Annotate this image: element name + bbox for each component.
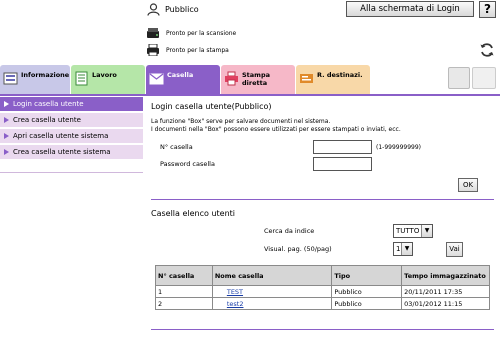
arrow-icon bbox=[4, 101, 9, 107]
box-type-cell: Pubblico bbox=[331, 285, 403, 298]
tab-label: Casella bbox=[167, 71, 194, 79]
user-name: Pubblico bbox=[165, 5, 199, 14]
go-button[interactable]: Vai bbox=[446, 242, 463, 257]
arrow-icon bbox=[4, 149, 9, 155]
settings-shortcut-icon[interactable] bbox=[448, 67, 470, 89]
sidebar-divider bbox=[0, 172, 143, 173]
table-header-row: N° casella Nome casella Tipo Tempo immag… bbox=[155, 265, 490, 286]
job-icon bbox=[75, 71, 88, 86]
tab-label: Informazione bbox=[21, 71, 70, 79]
tab-casella[interactable]: Casella bbox=[146, 65, 220, 94]
bottom-divider bbox=[151, 329, 494, 330]
select-value: TUTTO bbox=[396, 227, 420, 235]
page-title: Login casella utente(Pubblico) bbox=[151, 102, 272, 111]
scanner-icon bbox=[147, 28, 159, 38]
table-row: 2 test2 Pubblico 03/01/2012 11:15 bbox=[155, 297, 490, 310]
sidebar-item-label: Apri casella utente sistema bbox=[13, 132, 109, 140]
refresh-icon[interactable] bbox=[479, 42, 495, 58]
box-list-table: N° casella Nome casella Tipo Tempo immag… bbox=[155, 265, 490, 310]
column-header: Nome casella bbox=[211, 265, 333, 286]
box-time-cell: 20/11/2011 17:35 bbox=[401, 285, 490, 298]
table-row: 1 TEST Pubblico 20/11/2011 17:35 bbox=[155, 285, 490, 298]
box-number-range: (1-999999999) bbox=[376, 144, 422, 151]
chevron-down-icon: ▼ bbox=[421, 225, 432, 237]
description-line-2: I documenti nella "Box" possono essere u… bbox=[151, 126, 401, 133]
column-header: Tipo bbox=[331, 265, 403, 286]
help-button[interactable]: ? bbox=[479, 1, 496, 18]
box-time-cell: 03/01/2012 11:15 bbox=[401, 297, 490, 310]
tab-lavoro[interactable]: Lavoro bbox=[71, 65, 145, 94]
page-display-label: Visual. pag. (50/pag) bbox=[264, 245, 332, 253]
login-screen-button[interactable]: Alla schermata di Login bbox=[346, 1, 474, 17]
search-index-select[interactable]: TUTTO ▼ bbox=[393, 224, 433, 238]
sidebar-item-crea-casella-sistema[interactable]: Crea casella utente sistema bbox=[0, 145, 143, 160]
box-name-cell: test2 bbox=[211, 297, 333, 310]
panel-shortcut-icon[interactable] bbox=[472, 67, 496, 89]
sidebar-item-label: Crea casella utente bbox=[13, 116, 81, 124]
password-label: Password casella bbox=[160, 160, 215, 168]
arrow-icon bbox=[4, 117, 9, 123]
column-header: N° casella bbox=[155, 265, 213, 286]
sidebar-item-label: Crea casella utente sistema bbox=[13, 148, 111, 156]
box-number-cell: 1 bbox=[155, 285, 213, 298]
box-number-label: N° casella bbox=[160, 143, 193, 151]
direct-print-icon bbox=[225, 71, 238, 86]
sidebar-item-login-casella-utente[interactable]: Login casella utente bbox=[0, 97, 143, 112]
tab-registrazione-destinazioni[interactable]: R. destinazi. bbox=[296, 65, 370, 94]
box-name-link[interactable]: TEST bbox=[227, 288, 243, 296]
password-input[interactable] bbox=[313, 157, 372, 171]
search-index-label: Cerca da indice bbox=[264, 227, 315, 235]
tab-divider bbox=[0, 94, 500, 96]
arrow-icon bbox=[4, 133, 9, 139]
list-title: Casella elenco utenti bbox=[151, 209, 235, 218]
description-line-1: La funzione "Box" serve per salvare docu… bbox=[151, 118, 331, 125]
destination-icon bbox=[300, 74, 313, 83]
box-name-cell: TEST bbox=[211, 285, 333, 298]
print-status: Pronto per la stampa bbox=[166, 47, 229, 54]
tab-label: R. destinazi. bbox=[317, 71, 363, 79]
info-icon bbox=[3, 72, 18, 85]
tab-label: Stampa diretta bbox=[242, 71, 270, 87]
box-icon bbox=[149, 73, 164, 85]
printer-icon bbox=[147, 44, 159, 56]
scan-status: Pronto per la scansione bbox=[166, 30, 237, 37]
column-header: Tempo immagazzinato bbox=[401, 265, 490, 286]
box-type-cell: Pubblico bbox=[331, 297, 403, 310]
box-name-link[interactable]: test2 bbox=[227, 300, 244, 308]
sidebar-item-apri-casella-sistema[interactable]: Apri casella utente sistema bbox=[0, 129, 143, 144]
select-value: 1 bbox=[396, 245, 401, 253]
sidebar-item-crea-casella-utente[interactable]: Crea casella utente bbox=[0, 113, 143, 128]
section-divider bbox=[151, 199, 494, 200]
sidebar-item-label: Login casella utente bbox=[13, 100, 84, 108]
user-icon bbox=[147, 3, 160, 16]
ok-button[interactable]: OK bbox=[458, 178, 478, 192]
tab-label: Lavoro bbox=[92, 71, 117, 79]
box-number-cell: 2 bbox=[155, 297, 213, 310]
chevron-down-icon: ▼ bbox=[401, 243, 412, 255]
page-select[interactable]: 1 ▼ bbox=[393, 242, 413, 256]
tab-stampa-diretta[interactable]: Stampa diretta bbox=[221, 65, 295, 94]
tab-informazione[interactable]: Informazione bbox=[0, 65, 70, 94]
box-number-input[interactable] bbox=[313, 140, 372, 154]
